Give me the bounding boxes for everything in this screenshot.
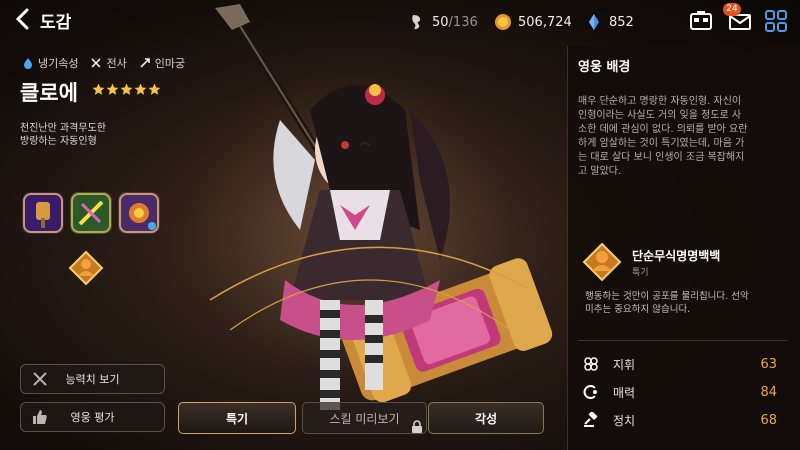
skill-1-button[interactable]	[22, 192, 64, 234]
inventory-icon	[690, 11, 712, 30]
hero-description: 천진난만 과격무도한 방랑하는 자동인형	[20, 122, 140, 148]
hero-illustration	[209, 4, 553, 410]
hero-attributes: 냉기속성 전사 인마궁	[22, 55, 185, 71]
stat-command: 지휘 63	[583, 354, 783, 374]
top-bar: 도감 50/136 506,724 852 24	[0, 0, 800, 40]
hero-review-button[interactable]: 영웅 평가	[20, 402, 165, 432]
stamina-current: 50	[432, 14, 449, 30]
story-line: 고 말았다.	[578, 166, 622, 177]
stat-politics: 정치 68	[583, 410, 783, 430]
mail-badge: 24	[723, 3, 741, 16]
hero-trait-badge-icon	[68, 250, 104, 286]
stat-label: 정치	[613, 413, 636, 428]
trait-name: 단순무식명명백백	[632, 249, 721, 263]
panel-divider	[578, 340, 788, 341]
cloverleaf-icon	[584, 357, 598, 371]
view-stats-button[interactable]: 능력치 보기	[20, 364, 165, 394]
story-line: 매우 단순하고 명랑한 자동인형. 자신이	[578, 96, 742, 107]
attribute-element: 냉기속성	[22, 55, 78, 71]
grid-menu-icon	[765, 10, 787, 32]
stamina-counter: 50/136	[408, 12, 478, 32]
crossed-swords-icon	[91, 58, 102, 68]
hero-review-label: 영웅 평가	[70, 411, 115, 424]
hero-story: 매우 단순하고 명랑한 자동인형. 자신이 인형이라는 사실도 거의 잊을 정도…	[578, 95, 788, 179]
trait-badge-button[interactable]	[68, 250, 104, 286]
arrow-icon	[140, 58, 150, 68]
trait-icon-frame	[582, 242, 622, 282]
story-line: 인형이라는 사실도 거의 잊을 정도로 사	[578, 110, 742, 121]
lock-icon	[412, 420, 422, 433]
stat-value: 68	[760, 412, 777, 428]
back-button[interactable]	[10, 6, 36, 32]
water-drop-icon	[24, 58, 32, 69]
hero-description-line: 방랑하는 자동인형	[20, 136, 97, 147]
trait-description-line: 행동하는 것만이 공포를 물리칩니다. 선악	[585, 291, 749, 302]
attribute-class-label: 전사	[106, 57, 127, 70]
star-icon	[92, 83, 105, 95]
page-title: 도감	[40, 13, 72, 33]
story-line: 는 대로 살다 보니 인생이 조금 복잡해지	[578, 152, 745, 163]
hero-description-line: 천진난만 과격무도한	[20, 123, 106, 134]
skill-3-button[interactable]	[118, 192, 160, 234]
view-stats-label: 능력치 보기	[65, 373, 120, 386]
stat-value: 63	[760, 356, 777, 372]
attribute-class: 전사	[90, 55, 127, 71]
hero-stars	[92, 83, 161, 96]
trait-description: 행동하는 것만이 공포를 물리칩니다. 선악 미추는 중요하지 않습니다.	[585, 290, 749, 316]
story-line: 소한 데에 관심이 없다. 의뢰를 받아 요란	[578, 124, 748, 135]
star-icon	[106, 83, 119, 95]
inventory-button[interactable]	[688, 8, 714, 34]
gold-amount: 506,724	[518, 14, 572, 30]
gem-amount: 852	[609, 14, 634, 30]
trait-type: 특기	[632, 268, 649, 278]
tab-awaken[interactable]: 각성	[428, 402, 544, 434]
crystal-icon	[589, 14, 599, 30]
gold-coin-icon	[495, 14, 511, 30]
tab-skill-preview[interactable]: 스킬 미리보기	[302, 402, 427, 434]
chevron-left-icon	[15, 8, 29, 30]
menu-button[interactable]	[763, 8, 789, 34]
stamina-icon	[412, 15, 421, 29]
stat-charm: 매력 84	[583, 382, 783, 402]
trait-description-line: 미추는 중요하지 않습니다.	[585, 304, 691, 315]
attribute-race: 인마궁	[139, 55, 185, 71]
hammer-skill-icon	[22, 192, 64, 234]
gem-counter: 852	[585, 12, 634, 32]
attribute-race-label: 인마궁	[154, 57, 186, 70]
stat-label: 지휘	[613, 357, 636, 372]
stat-label: 매력	[613, 385, 636, 400]
stat-value: 84	[760, 384, 777, 400]
charm-icon	[583, 385, 597, 399]
tab-trait[interactable]: 특기	[178, 402, 296, 434]
star-icon	[120, 83, 133, 95]
stamina-max: /136	[448, 14, 478, 30]
burst-skill-icon	[118, 192, 160, 234]
slash-skill-icon	[70, 192, 112, 234]
panel-title: 영웅 배경	[578, 60, 631, 75]
hero-trait-icon	[582, 242, 622, 282]
star-icon	[134, 83, 147, 95]
story-line: 하게 암살하는 것이 특기였는데, 마음 가	[578, 138, 745, 149]
skill-2-button[interactable]	[70, 192, 112, 234]
gold-counter: 506,724	[494, 12, 572, 32]
gavel-icon	[584, 412, 598, 427]
hero-name: 클로에	[20, 81, 78, 105]
star-icon	[148, 83, 161, 95]
attribute-element-label: 냉기속성	[38, 57, 79, 70]
